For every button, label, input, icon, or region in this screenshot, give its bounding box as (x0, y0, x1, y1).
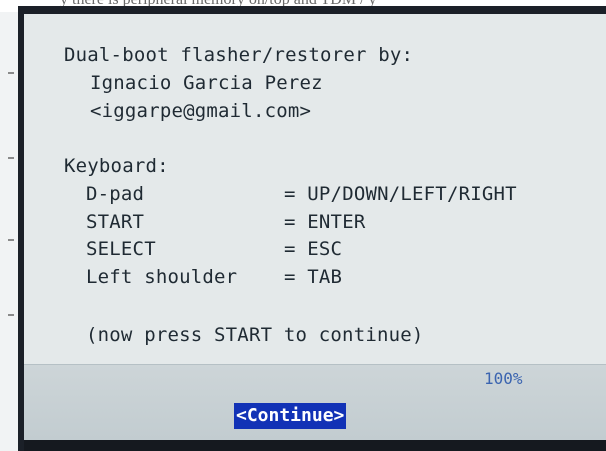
device-screen: Dual-boot flasher/restorer by: Ignacio G… (24, 14, 606, 440)
keyboard-mapping-left-shoulder: = TAB (284, 266, 343, 288)
keyboard-mapping-select: = ESC (284, 238, 343, 260)
progress-percentage: 100% (484, 369, 523, 388)
dialog-body: Dual-boot flasher/restorer by: Ignacio G… (24, 14, 606, 364)
margin-mark (8, 157, 14, 159)
credit-email: <iggarpe@gmail.com> (90, 100, 312, 122)
button-bar: 100% <Continue> (24, 364, 606, 440)
keyboard-key-start: START (86, 211, 145, 233)
credit-author: Ignacio Garcia Perez (90, 72, 323, 94)
margin-mark (8, 72, 14, 74)
keyboard-key-dpad: D-pad (86, 183, 145, 205)
keyboard-mapping-start: = ENTER (284, 211, 366, 233)
margin-mark (8, 314, 14, 316)
credit-title: Dual-boot flasher/restorer by: (64, 44, 414, 66)
keyboard-heading: Keyboard: (64, 155, 169, 177)
keyboard-key-select: SELECT (86, 238, 156, 260)
keyboard-key-left-shoulder: Left shoulder (86, 266, 238, 288)
device-bottom-edge (24, 440, 606, 451)
margin-mark (8, 239, 14, 241)
keyboard-mapping-dpad: = UP/DOWN/LEFT/RIGHT (284, 183, 517, 205)
continue-button[interactable]: <Continue> (234, 403, 347, 429)
continue-instruction: (now press START to continue) (86, 324, 424, 346)
